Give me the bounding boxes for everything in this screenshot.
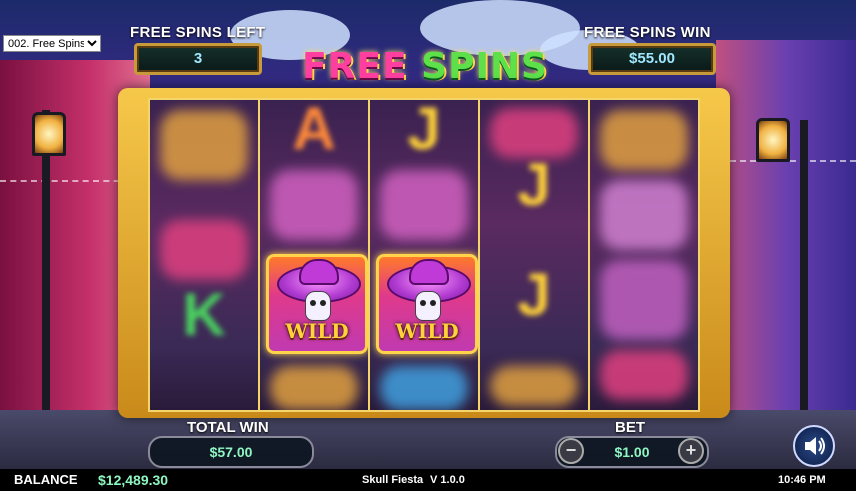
reel-4: J J [480, 100, 588, 410]
blurred-symbol: J [517, 151, 551, 218]
bet-decrease-button[interactable]: − [558, 438, 584, 464]
blurred-symbol [270, 170, 358, 240]
bet-label: BET [615, 419, 645, 436]
logo-word-spins: SPINS [421, 46, 548, 87]
free-spins-win-label: FREE SPINS WIN [584, 24, 711, 41]
blurred-symbol [600, 260, 688, 340]
blurred-symbol [600, 350, 688, 400]
clock-time: 10:46 PM [778, 474, 826, 486]
game-name: Skull Fiesta [362, 474, 424, 486]
free-spins-win-value: $55.00 [588, 43, 716, 75]
blurred-symbol [490, 366, 578, 406]
wild-symbol: WILD [266, 254, 368, 354]
bunting [0, 180, 130, 182]
lamp-right-icon [756, 118, 790, 162]
reel-5 [590, 100, 698, 410]
wild-symbol: WILD [376, 254, 478, 354]
blurred-symbol: K [182, 281, 226, 348]
lamp-post-right [800, 120, 808, 410]
sombrero-top-icon [299, 259, 339, 285]
reel-3: J WILD [370, 100, 478, 410]
blurred-symbol [160, 110, 248, 180]
blurred-symbol [380, 366, 468, 410]
blurred-symbol [270, 366, 358, 410]
free-spins-logo: FREE SPINS [300, 44, 550, 90]
free-spins-left-label: FREE SPINS LEFT [130, 24, 266, 41]
blurred-symbol: J [517, 261, 551, 328]
sombrero-top-icon [409, 259, 449, 285]
status-bar: BALANCE $12,489.30 Skull Fiesta V 1.0.0 … [0, 469, 856, 491]
blurred-symbol [600, 180, 688, 250]
bet-increase-button[interactable]: + [678, 438, 704, 464]
blurred-symbol [600, 110, 688, 170]
street [0, 410, 856, 470]
reel-1: K [150, 100, 258, 410]
lamp-left-icon [32, 112, 66, 156]
free-spins-left-value: 3 [134, 43, 262, 75]
game-version: V 1.0.0 [430, 474, 465, 486]
right-building [716, 40, 856, 430]
reel-area: K A WILD J WILD J J [148, 98, 700, 412]
feature-select-dropdown[interactable]: 002. Free Spins [3, 35, 101, 52]
blurred-symbol: A [292, 100, 336, 162]
blurred-symbol [160, 220, 248, 280]
total-win-label: TOTAL WIN [187, 419, 269, 436]
sound-toggle-button[interactable] [793, 425, 835, 467]
total-win-value: $57.00 [148, 436, 314, 468]
speaker-icon [805, 437, 825, 455]
wild-label: WILD [395, 319, 459, 343]
skull-icon [305, 291, 331, 321]
balance-value: $12,489.30 [98, 472, 169, 488]
blurred-symbol [380, 170, 468, 240]
logo-word-free: FREE [302, 46, 408, 87]
balance-label: BALANCE [14, 472, 78, 487]
wild-label: WILD [285, 319, 349, 343]
skull-icon [415, 291, 441, 321]
reel-2: A WILD [260, 100, 368, 410]
blurred-symbol: J [407, 100, 441, 162]
